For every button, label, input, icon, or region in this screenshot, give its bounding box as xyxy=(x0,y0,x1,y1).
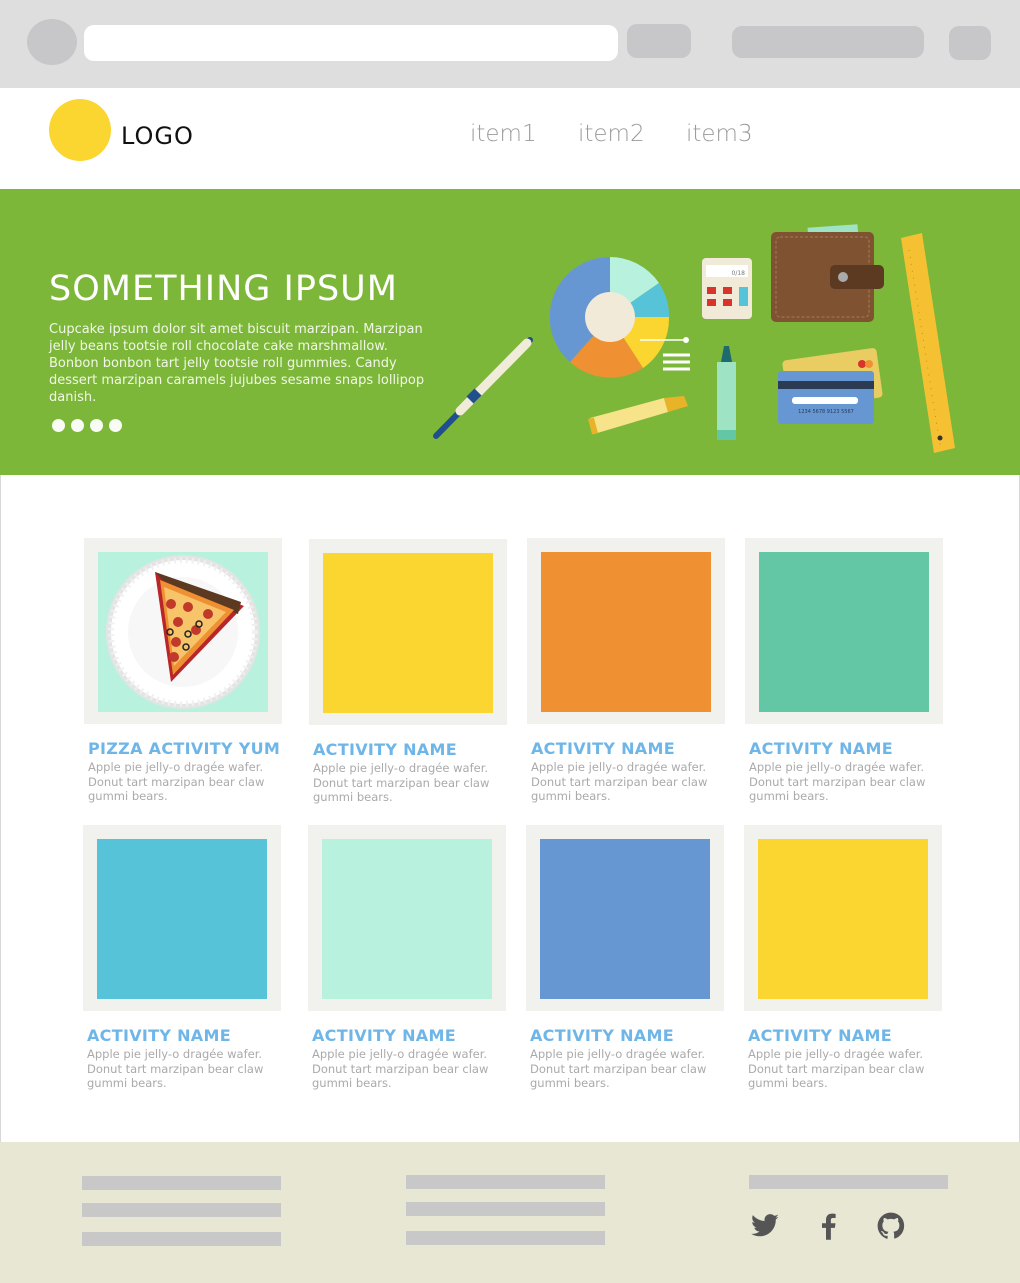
highlighter-icon xyxy=(588,396,688,435)
browser-search-bar[interactable] xyxy=(732,26,924,58)
slider-dot-3[interactable] xyxy=(90,419,103,432)
activity-title[interactable]: ACTIVITY NAME xyxy=(87,1026,231,1045)
activity-title[interactable]: PIZZA ACTIVITY YUM xyxy=(88,739,280,758)
browser-settings-button[interactable] xyxy=(949,26,991,60)
activity-image[interactable] xyxy=(759,552,929,712)
activity-image-frame[interactable] xyxy=(309,539,507,725)
site-header: LOGO item1 item2 item3 xyxy=(0,88,1020,189)
footer-link-placeholder[interactable] xyxy=(406,1175,605,1189)
footer-link-placeholder[interactable] xyxy=(749,1175,948,1189)
activity-title[interactable]: ACTIVITY NAME xyxy=(312,1026,456,1045)
activity-title[interactable]: ACTIVITY NAME xyxy=(313,740,457,759)
activity-image[interactable] xyxy=(541,552,711,712)
hero-illustration: 0/18 1234 5678 9123 5567 xyxy=(433,224,955,453)
hero-title: SOMETHING IPSUM xyxy=(49,269,398,309)
calculator-display: 0/18 xyxy=(732,270,746,277)
activity-card-1[interactable]: PIZZA ACTIVITY YUM Apple pie jelly-o dra… xyxy=(84,538,284,803)
hero-banner: SOMETHING IPSUM Cupcake ipsum dolor sit … xyxy=(0,189,1020,475)
activity-image-frame[interactable] xyxy=(83,825,281,1011)
activity-image[interactable] xyxy=(97,839,267,999)
nav-item-1[interactable]: item1 xyxy=(470,121,537,147)
site-footer xyxy=(0,1142,1020,1283)
page-border-left xyxy=(0,475,1,1142)
logo-text[interactable]: LOGO xyxy=(121,122,194,150)
ruler-icon xyxy=(901,233,955,453)
activity-card-4[interactable]: ACTIVITY NAME Apple pie jelly-o dragée w… xyxy=(745,538,945,803)
wallet-icon xyxy=(771,224,884,322)
activity-image[interactable] xyxy=(322,839,492,999)
activity-card-3[interactable]: ACTIVITY NAME Apple pie jelly-o dragée w… xyxy=(527,538,727,803)
facebook-icon[interactable] xyxy=(813,1211,845,1241)
activity-description: Apple pie jelly-o dragée wafer. Donut ta… xyxy=(313,761,490,804)
activity-image-frame[interactable] xyxy=(84,538,282,724)
activity-title[interactable]: ACTIVITY NAME xyxy=(749,739,893,758)
activity-card-2[interactable]: ACTIVITY NAME Apple pie jelly-o dragée w… xyxy=(309,539,509,804)
marker-icon xyxy=(717,346,736,440)
browser-menu-button[interactable] xyxy=(27,19,77,65)
credit-card-icon: 1234 5678 9123 5567 xyxy=(778,348,883,424)
slider-dot-4[interactable] xyxy=(109,419,122,432)
activity-card-5[interactable]: ACTIVITY NAME Apple pie jelly-o dragée w… xyxy=(83,825,283,1090)
footer-link-placeholder[interactable] xyxy=(406,1231,605,1245)
activity-card-8[interactable]: ACTIVITY NAME Apple pie jelly-o dragée w… xyxy=(744,825,944,1090)
activity-image-frame[interactable] xyxy=(526,825,724,1011)
github-icon[interactable] xyxy=(875,1211,907,1241)
activity-description: Apple pie jelly-o dragée wafer. Donut ta… xyxy=(88,760,265,803)
activity-title[interactable]: ACTIVITY NAME xyxy=(748,1026,892,1045)
activity-image[interactable] xyxy=(98,552,268,712)
nav-item-3[interactable]: item3 xyxy=(686,121,753,147)
hero-text: Cupcake ipsum dolor sit amet biscuit mar… xyxy=(49,322,425,405)
activity-description: Apple pie jelly-o dragée wafer. Donut ta… xyxy=(87,1047,264,1090)
footer-link-placeholder[interactable] xyxy=(82,1176,281,1190)
pizza-image xyxy=(106,555,260,709)
activity-description: Apple pie jelly-o dragée wafer. Donut ta… xyxy=(531,760,708,803)
address-bar[interactable] xyxy=(84,25,618,61)
activity-image-frame[interactable] xyxy=(308,825,506,1011)
activity-title[interactable]: ACTIVITY NAME xyxy=(530,1026,674,1045)
footer-link-placeholder[interactable] xyxy=(406,1202,605,1216)
pen-icon xyxy=(433,337,533,439)
nav-item-2[interactable]: item2 xyxy=(578,121,645,147)
slider-dot-1[interactable] xyxy=(52,419,65,432)
activity-description: Apple pie jelly-o dragée wafer. Donut ta… xyxy=(748,1047,925,1090)
pie-chart-icon xyxy=(549,256,690,378)
card-number: 1234 5678 9123 5567 xyxy=(798,409,854,415)
activity-image[interactable] xyxy=(758,839,928,999)
footer-link-placeholder[interactable] xyxy=(82,1203,281,1217)
activity-image[interactable] xyxy=(323,553,493,713)
activity-title[interactable]: ACTIVITY NAME xyxy=(531,739,675,758)
browser-chrome xyxy=(0,0,1020,88)
browser-go-button[interactable] xyxy=(627,24,691,58)
activity-card-6[interactable]: ACTIVITY NAME Apple pie jelly-o dragée w… xyxy=(308,825,508,1090)
calculator-icon: 0/18 xyxy=(702,258,752,319)
activity-image-frame[interactable] xyxy=(527,538,725,724)
logo-icon[interactable] xyxy=(49,99,111,161)
activity-image[interactable] xyxy=(540,839,710,999)
activity-description: Apple pie jelly-o dragée wafer. Donut ta… xyxy=(530,1047,707,1090)
footer-link-placeholder[interactable] xyxy=(82,1232,281,1246)
activity-description: Apple pie jelly-o dragée wafer. Donut ta… xyxy=(749,760,926,803)
slider-dots xyxy=(52,417,128,436)
twitter-icon[interactable] xyxy=(749,1211,781,1241)
activity-card-7[interactable]: ACTIVITY NAME Apple pie jelly-o dragée w… xyxy=(526,825,726,1090)
slider-dot-2[interactable] xyxy=(71,419,84,432)
activity-image-frame[interactable] xyxy=(744,825,942,1011)
activity-image-frame[interactable] xyxy=(745,538,943,724)
activity-description: Apple pie jelly-o dragée wafer. Donut ta… xyxy=(312,1047,489,1090)
